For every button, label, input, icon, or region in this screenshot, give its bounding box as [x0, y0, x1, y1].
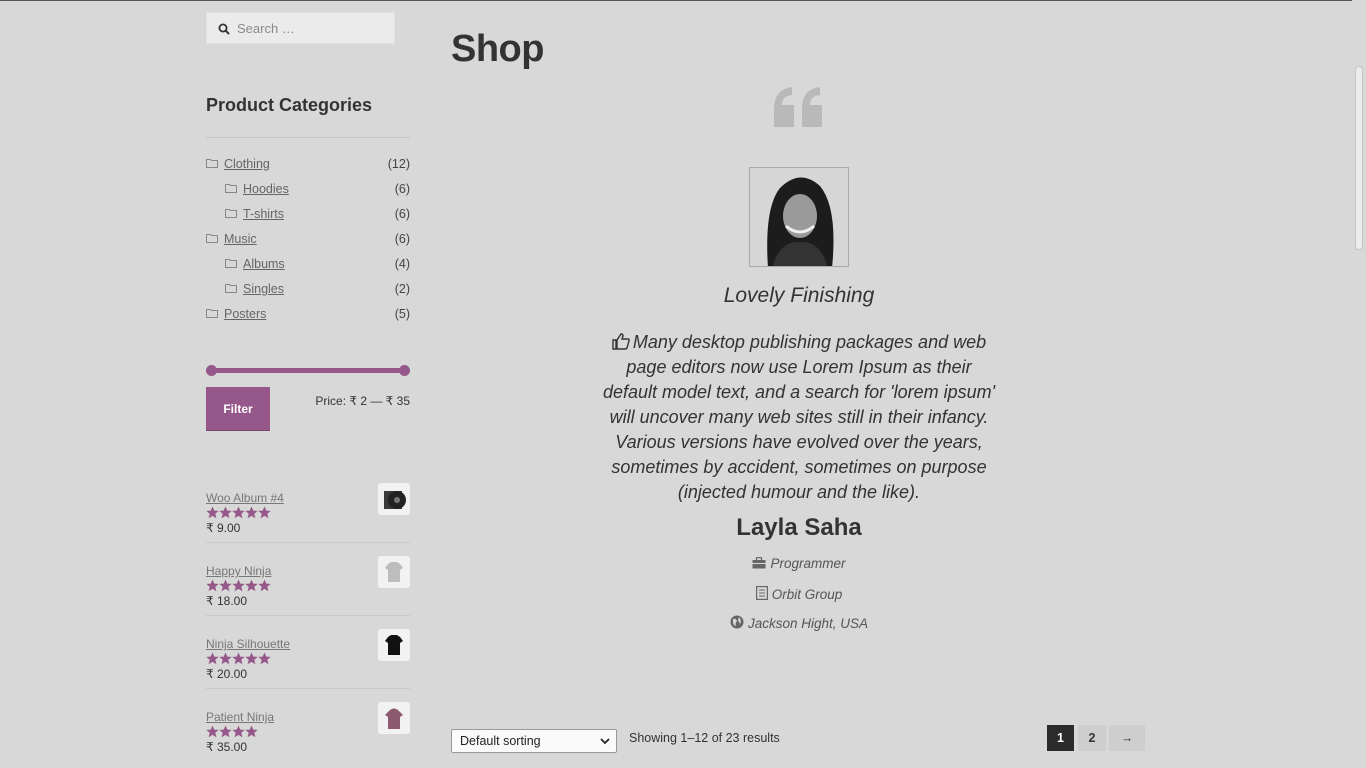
- divider: [206, 137, 410, 138]
- album-image: [384, 491, 406, 509]
- category-count: (6): [394, 207, 410, 221]
- briefcase-icon: [752, 557, 766, 569]
- page-2-link[interactable]: 2: [1078, 725, 1106, 751]
- folder-icon: [206, 309, 218, 318]
- category-item-posters: Posters (5): [206, 306, 410, 326]
- folder-icon: [206, 234, 218, 243]
- page-scrollbar[interactable]: [1352, 0, 1366, 768]
- product-item-patient-ninja: Patient Ninja ₹ 35.00: [206, 702, 410, 768]
- testimonial-role: Programmer: [600, 556, 998, 571]
- folder-icon: [206, 159, 218, 168]
- category-count: (2): [394, 282, 410, 296]
- globe-icon: [730, 615, 744, 629]
- category-link-clothing[interactable]: Clothing: [224, 157, 270, 171]
- folder-icon: [225, 259, 237, 268]
- testimonial-author-name: Layla Saha: [736, 514, 862, 541]
- product-categories-title: Product Categories: [206, 95, 373, 115]
- search-icon: [218, 23, 230, 35]
- person-photo: [750, 168, 848, 266]
- next-page-link[interactable]: →: [1109, 725, 1145, 751]
- divider: [206, 688, 410, 689]
- testimonial-title: Lovely Finishing: [723, 284, 875, 307]
- hoodie-image: [385, 708, 403, 729]
- role-text: Programmer: [770, 556, 846, 571]
- category-count: (6): [394, 232, 410, 246]
- thumbs-up-icon: [612, 333, 630, 350]
- product-price: ₹ 18.00: [206, 594, 247, 608]
- chevron-down-icon: [600, 738, 610, 745]
- divider: [206, 615, 410, 616]
- category-link-posters[interactable]: Posters: [224, 307, 266, 321]
- category-item-music: Music (6): [206, 231, 410, 251]
- product-item-ninja-silhouette: Ninja Silhouette ₹ 20.00: [206, 629, 410, 710]
- testimonial-avatar: [749, 167, 849, 267]
- building-icon: [755, 586, 768, 601]
- category-link-tshirts[interactable]: T-shirts: [243, 207, 284, 221]
- price-slider-min-handle[interactable]: [206, 365, 217, 376]
- product-link[interactable]: Ninja Silhouette: [206, 637, 290, 651]
- testimonial-body: Many desktop publishing packages and web…: [600, 330, 998, 505]
- category-item-clothing: Clothing (12): [206, 156, 410, 176]
- price-slider-range: [206, 368, 410, 373]
- category-item-tshirts: T-shirts (6): [206, 206, 410, 226]
- sort-selected-value: Default sorting: [460, 734, 541, 748]
- filter-button[interactable]: Filter: [206, 387, 270, 431]
- product-item-happy-ninja: Happy Ninja ₹ 18.00: [206, 556, 410, 637]
- product-price: ₹ 35.00: [206, 740, 247, 754]
- product-thumbnail[interactable]: [378, 629, 410, 661]
- product-thumbnail[interactable]: [378, 483, 410, 515]
- product-link[interactable]: Patient Ninja: [206, 710, 274, 724]
- folder-icon: [225, 209, 237, 218]
- company-text: Orbit Group: [771, 587, 843, 602]
- category-count: (5): [394, 307, 410, 321]
- scrollbar-thumb[interactable]: [1355, 66, 1363, 250]
- product-price: ₹ 20.00: [206, 667, 247, 681]
- page-title: Shop: [451, 28, 544, 70]
- rating-stars: [206, 725, 267, 738]
- category-item-albums: Albums (4): [206, 256, 410, 276]
- product-link[interactable]: Happy Ninja: [206, 564, 271, 578]
- price-range-label: Price: ₹ 2 — ₹ 35: [315, 394, 410, 408]
- result-count: Showing 1–12 of 23 results: [629, 731, 780, 745]
- price-slider-max-handle[interactable]: [399, 365, 410, 376]
- tshirt-image: [385, 635, 403, 655]
- category-link-singles[interactable]: Singles: [243, 282, 284, 296]
- search-box[interactable]: [206, 12, 395, 44]
- category-count: (12): [387, 157, 410, 171]
- testimonial-location: Jackson Hight, USA: [600, 615, 998, 631]
- product-thumbnail[interactable]: [378, 556, 410, 588]
- product-thumbnail[interactable]: [378, 702, 410, 734]
- rating-stars: [206, 652, 271, 665]
- location-text: Jackson Hight, USA: [747, 616, 869, 631]
- search-input[interactable]: [237, 18, 387, 38]
- testimonial-company: Orbit Group: [600, 586, 998, 602]
- divider: [206, 542, 410, 543]
- folder-icon: [225, 184, 237, 193]
- category-count: (6): [394, 182, 410, 196]
- rating-stars: [206, 506, 271, 519]
- window-top-border: [0, 0, 1352, 1]
- rating-stars: [206, 579, 271, 592]
- folder-icon: [225, 284, 237, 293]
- testimonial-text: Many desktop publishing packages and web…: [602, 332, 996, 502]
- tshirt-image: [385, 562, 403, 582]
- category-item-singles: Singles (2): [206, 281, 410, 301]
- category-item-hoodies: Hoodies (6): [206, 181, 410, 201]
- category-link-albums[interactable]: Albums: [243, 257, 285, 271]
- sort-select[interactable]: Default sorting: [451, 729, 617, 753]
- product-item-woo-album-4: Woo Album #4 ₹ 9.00: [206, 483, 410, 564]
- page-1-link[interactable]: 1: [1047, 725, 1074, 751]
- quote-icon: [774, 87, 822, 127]
- product-link[interactable]: Woo Album #4: [206, 491, 284, 505]
- category-link-hoodies[interactable]: Hoodies: [243, 182, 289, 196]
- category-count: (4): [394, 257, 410, 271]
- product-price: ₹ 9.00: [206, 521, 241, 535]
- category-link-music[interactable]: Music: [224, 232, 257, 246]
